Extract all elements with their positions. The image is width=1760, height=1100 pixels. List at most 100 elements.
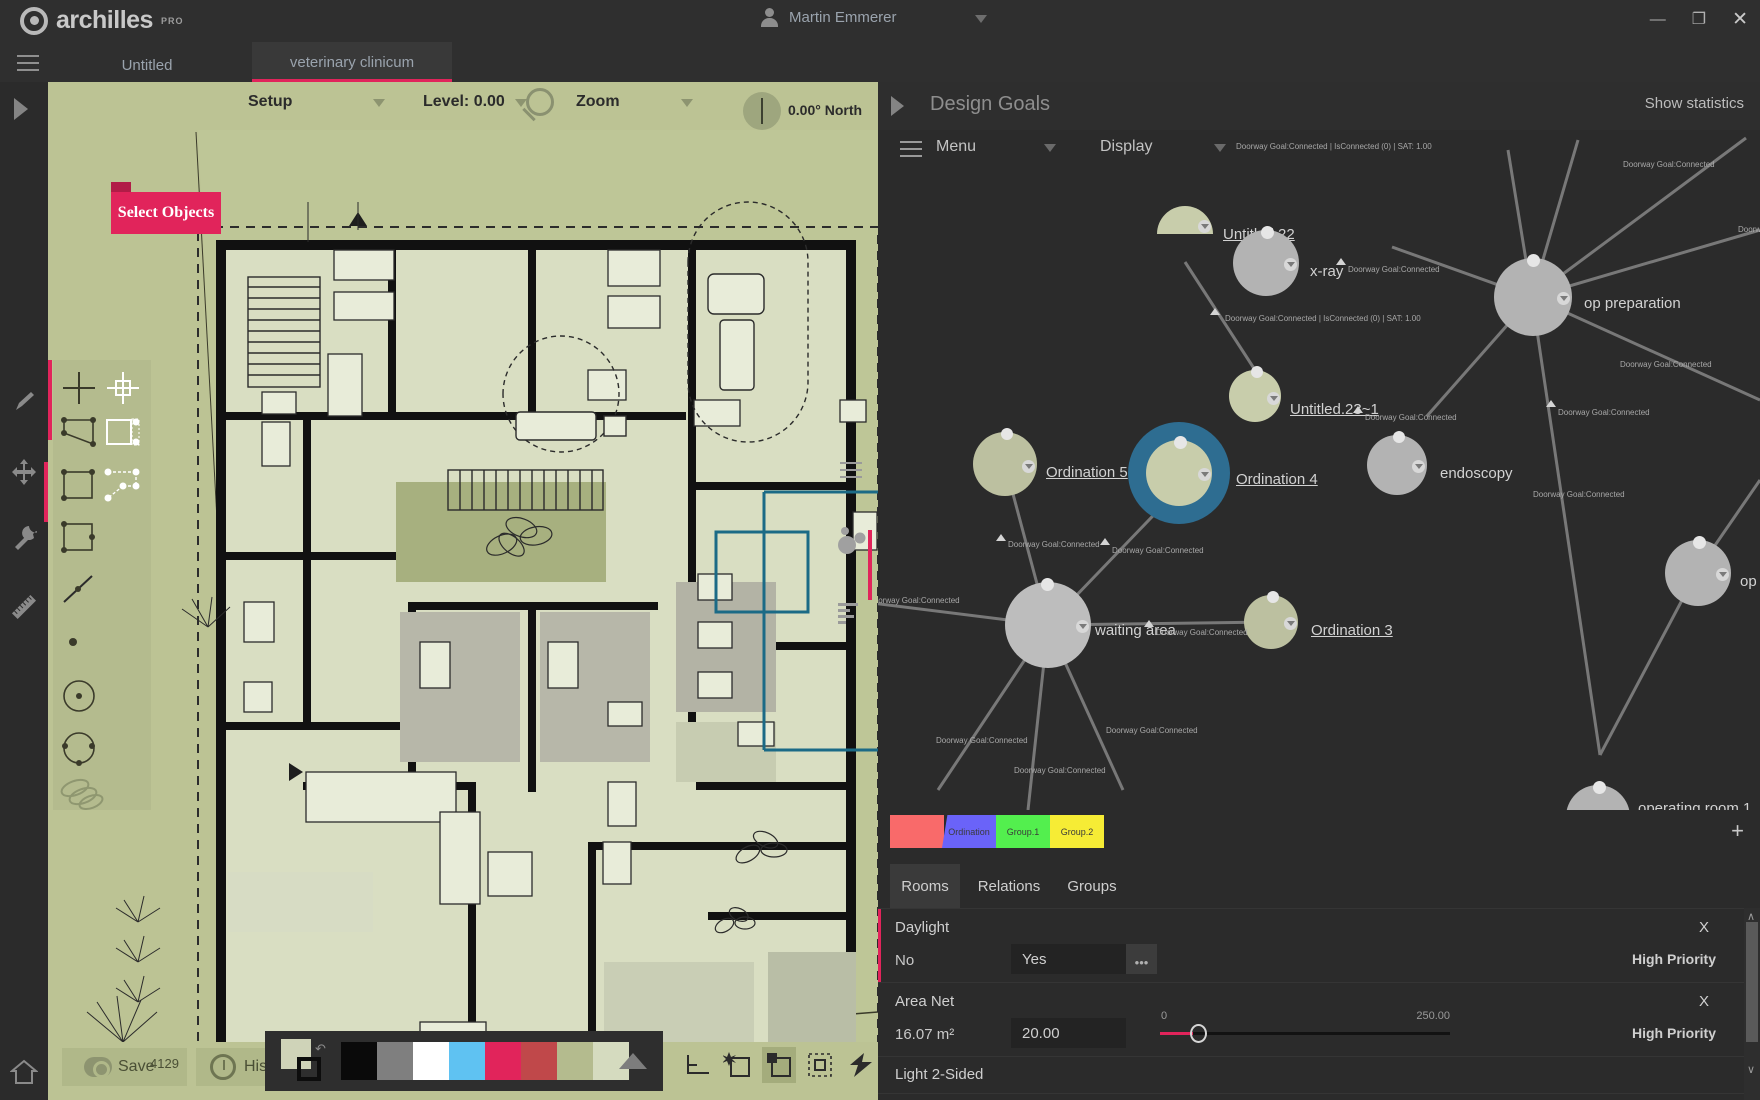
show-statistics-button[interactable]: Show statistics — [1645, 95, 1744, 112]
zoom-chevron-down-icon[interactable] — [681, 99, 693, 107]
node-handle[interactable] — [1693, 536, 1706, 549]
tab-groups[interactable]: Groups — [1058, 864, 1126, 908]
maximize-button[interactable]: ❐ — [1692, 11, 1706, 28]
scrollbar-thumb[interactable] — [1746, 922, 1758, 1042]
graph-node-untitled-23[interactable] — [1229, 366, 1281, 422]
move-tool[interactable] — [0, 442, 48, 502]
goal-row-light-2-sided[interactable]: Light 2-Sided — [878, 1056, 1744, 1093]
expand-panel-icon[interactable] — [14, 98, 28, 120]
node-label-endoscopy[interactable]: endoscopy — [1440, 465, 1513, 482]
graph-node-x-ray[interactable] — [1233, 226, 1299, 296]
slider-knob[interactable] — [1190, 1024, 1207, 1043]
rectangle-edge-tool[interactable] — [103, 414, 149, 464]
compass-dial[interactable] — [743, 92, 781, 130]
graph-node-endoscopy[interactable] — [1367, 431, 1427, 495]
node-menu-icon[interactable] — [1557, 292, 1570, 305]
remove-goal-area-net[interactable]: X — [1699, 993, 1709, 1010]
document-tab-untitled[interactable]: Untitled — [82, 42, 212, 82]
graph-node-op-s[interactable] — [1665, 536, 1731, 606]
expand-swatches-up-icon[interactable] — [619, 1053, 647, 1069]
tag-0[interactable] — [890, 815, 944, 848]
goal-row-daylight[interactable]: Daylight X No Yes ••• High Priority — [878, 908, 1744, 982]
node-menu-icon[interactable] — [1198, 220, 1211, 233]
room-graph-view[interactable]: Menu Display Doorway Goal:Connected | Is… — [878, 130, 1760, 810]
graph-node-ordination-4[interactable] — [1146, 436, 1212, 506]
point-tool[interactable] — [59, 622, 105, 672]
freeform-tool[interactable] — [59, 772, 105, 822]
bar-view-icon[interactable] — [836, 602, 868, 631]
crosshair-tool[interactable] — [59, 368, 105, 418]
node-handle[interactable] — [1261, 226, 1274, 239]
chevron-down-icon[interactable] — [975, 15, 987, 23]
settings-wrench-tool[interactable] — [0, 507, 48, 567]
graph-node-ordination-3[interactable] — [1244, 591, 1298, 649]
polyline-tool[interactable] — [103, 466, 149, 516]
setup-label[interactable]: Setup — [248, 93, 292, 111]
graph-node-waiting-area[interactable] — [1005, 578, 1091, 668]
node-label-ordination-4[interactable]: Ordination 4 — [1236, 471, 1318, 488]
polygon-tool[interactable] — [59, 414, 105, 464]
level-label[interactable]: Level: 0.00 — [423, 93, 505, 111]
home-icon[interactable] — [9, 1058, 39, 1086]
node-handle[interactable] — [1527, 254, 1540, 267]
floorplan-canvas[interactable]: Select Objects — [48, 82, 878, 1100]
corner-tool-icon[interactable] — [680, 1047, 713, 1083]
document-tab-veterinary-clinicum[interactable]: veterinary clinicum — [252, 42, 452, 82]
minimize-button[interactable]: — — [1650, 11, 1666, 28]
node-handle[interactable] — [1041, 578, 1054, 591]
swatch-1[interactable] — [377, 1042, 413, 1080]
node-handle[interactable] — [1267, 591, 1279, 603]
graph-display-label[interactable]: Display — [1100, 138, 1152, 156]
node-handle[interactable] — [1251, 366, 1263, 378]
goal-priority-daylight[interactable]: High Priority — [1632, 951, 1716, 967]
node-handle[interactable] — [1001, 428, 1013, 440]
node-handle[interactable] — [1174, 436, 1187, 449]
node-handle[interactable] — [1393, 431, 1405, 443]
zoom-label[interactable]: Zoom — [576, 93, 620, 111]
node-label-op-s[interactable]: op s — [1740, 573, 1760, 590]
tag-ordination[interactable]: Ordination — [942, 815, 996, 848]
circle-3point-tool[interactable] — [59, 726, 105, 776]
graph-node-op-preparation[interactable] — [1494, 254, 1572, 336]
close-button[interactable]: ✕ — [1732, 10, 1748, 29]
node-menu-icon[interactable] — [1716, 568, 1729, 581]
tab-relations[interactable]: Relations — [968, 864, 1050, 908]
display-chevron-down-icon[interactable] — [1214, 144, 1226, 152]
node-menu-icon[interactable] — [1412, 460, 1425, 473]
menu-chevron-down-icon[interactable] — [1044, 144, 1056, 152]
goal-priority-area-net[interactable]: High Priority — [1632, 1025, 1716, 1041]
swatch-4[interactable] — [485, 1042, 521, 1080]
list-view-icon[interactable] — [840, 462, 862, 478]
node-label-ordination-5[interactable]: Ordination 5 — [1046, 464, 1128, 481]
swatch-0[interactable] — [341, 1042, 377, 1080]
swatch-6[interactable] — [557, 1042, 593, 1080]
node-handle[interactable] — [1593, 781, 1606, 794]
scroll-down-icon[interactable]: ∨ — [1747, 1063, 1755, 1076]
graph-menu-label[interactable]: Menu — [936, 138, 976, 156]
ruler-tool[interactable] — [0, 577, 48, 637]
user-menu[interactable]: Martin Emmerer — [760, 8, 897, 27]
rectangle-tool[interactable] — [59, 466, 105, 516]
collapse-panel-icon[interactable] — [891, 96, 904, 116]
goal-value-daylight[interactable]: Yes — [1011, 944, 1126, 974]
add-group-button[interactable]: + — [1731, 820, 1744, 842]
goal-row-escape-route[interactable]: Escape Route Length — [878, 1093, 1744, 1100]
setup-chevron-down-icon[interactable] — [373, 99, 385, 107]
pencil-tool[interactable] — [0, 372, 48, 432]
bubble-view-icon[interactable] — [836, 524, 868, 559]
node-label-operating-room-1[interactable]: operating room 1 — [1638, 800, 1751, 810]
new-object-icon[interactable] — [721, 1047, 754, 1083]
line-tool[interactable] — [59, 570, 105, 620]
node-menu-icon[interactable] — [1284, 258, 1297, 271]
goal-options-daylight[interactable]: ••• — [1126, 944, 1157, 974]
property-scrollbar[interactable]: ∧ ∨ — [1744, 908, 1760, 1100]
graph-node-ordination-5[interactable] — [973, 428, 1037, 496]
dashed-object-icon[interactable] — [804, 1047, 837, 1083]
color-swap-icon[interactable]: ↶ — [279, 1039, 335, 1083]
tab-rooms[interactable]: Rooms — [890, 864, 960, 908]
tag-group-2[interactable]: Group.2 — [1050, 815, 1104, 848]
goal-value-area-net[interactable]: 20.00 — [1011, 1018, 1126, 1048]
rectangle-midpoint-tool[interactable] — [59, 518, 105, 568]
goal-row-area-net[interactable]: Area Net X 16.07 m² 20.00 0 250.00 High … — [878, 982, 1744, 1056]
node-menu-icon[interactable] — [1076, 620, 1089, 633]
